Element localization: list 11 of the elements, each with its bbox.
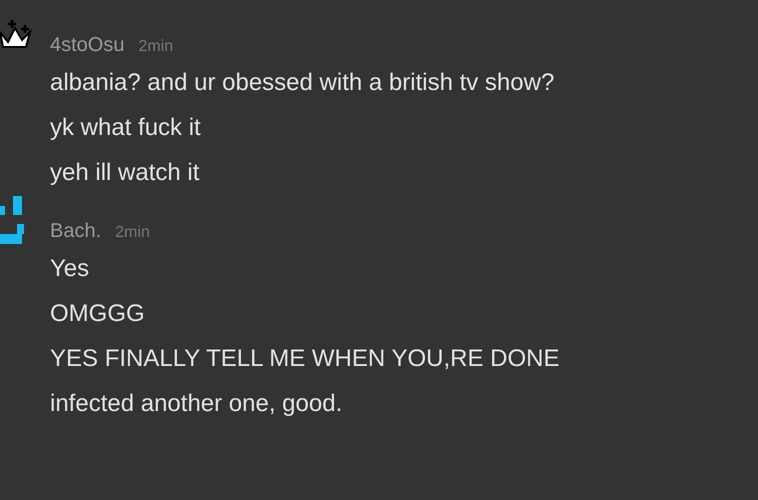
author-name[interactable]: Bach. xyxy=(50,216,102,246)
author-name[interactable]: 4stoOsu xyxy=(50,30,124,60)
timestamp: 2min xyxy=(115,223,150,243)
message-text: infected another one, good. xyxy=(50,391,344,417)
message-text: yeh ill watch it xyxy=(50,160,200,186)
message-text: OMGGG xyxy=(50,301,146,327)
timestamp: 2min xyxy=(138,37,174,57)
message-text: Yes xyxy=(50,256,90,282)
message-text: albania? and ur obessed with a british tv show? xyxy=(50,70,556,96)
message-text: yk what fuck it xyxy=(50,115,202,141)
message-text: YES FINALLY TELL ME WHEN YOU,RE DONE xyxy=(50,346,560,372)
